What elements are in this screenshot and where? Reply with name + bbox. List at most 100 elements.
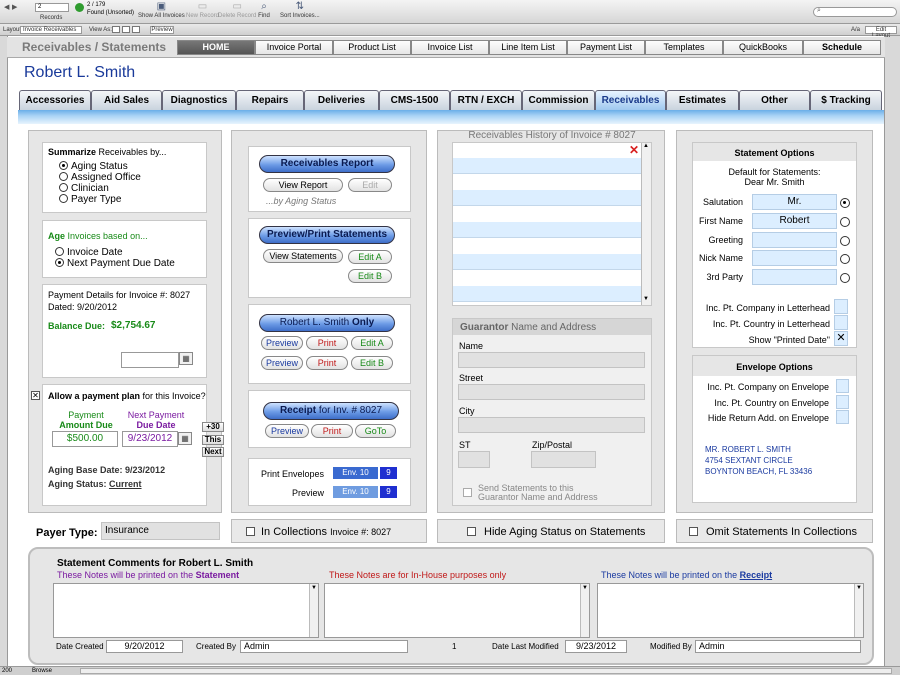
tab-deliveries[interactable]: Deliveries (304, 90, 379, 110)
first-name-field[interactable]: Robert (752, 213, 837, 229)
greeting-field[interactable] (752, 232, 837, 248)
receipt-notes-scrollbar[interactable]: ▼ (854, 584, 863, 637)
guarantor-city-field[interactable] (458, 417, 645, 433)
send-statements-checkbox[interactable] (463, 488, 472, 497)
scroll-down-icon[interactable]: ▼ (582, 585, 588, 591)
date-created-field[interactable]: 9/20/2012 (106, 640, 183, 653)
guarantor-zip-field[interactable] (531, 451, 596, 468)
print-env10-button[interactable]: Env. 10 (333, 467, 378, 479)
inc-country-envelope-checkbox[interactable] (836, 395, 849, 409)
tab-cms-1500[interactable]: CMS-1500 (379, 90, 450, 110)
radio-aging-status[interactable]: Aging Status (59, 161, 128, 172)
tab-accessories[interactable]: Accessories (19, 90, 91, 110)
forward-icon[interactable]: ▶ (12, 3, 17, 11)
guarantor-st-field[interactable] (458, 451, 490, 468)
receipt-goto-button[interactable]: GoTo (355, 424, 396, 438)
history-row[interactable] (453, 190, 643, 206)
delete-row-icon[interactable]: ✕ (629, 143, 639, 157)
new-record-button[interactable]: ▭ New Record (186, 2, 219, 20)
nav-quickbooks[interactable]: QuickBooks (723, 40, 803, 55)
delete-record-button[interactable]: ▭ Delete Record (218, 2, 256, 20)
back-icon[interactable]: ◀ (4, 3, 9, 11)
radio-payer-type[interactable]: Payer Type (59, 194, 121, 205)
receivables-report-button[interactable]: Receivables Report (259, 155, 395, 173)
tab-rtn-exch[interactable]: RTN / EXCH (450, 90, 522, 110)
mode-selector[interactable]: Browse (32, 668, 52, 674)
payer-type-field[interactable]: Insurance (101, 522, 220, 540)
view-report-button[interactable]: View Report (263, 178, 343, 192)
nav-home[interactable]: HOME (177, 40, 255, 55)
table-view-icon[interactable] (132, 26, 140, 33)
text-size-button[interactable]: A/a (851, 27, 860, 33)
preview-env-count[interactable]: 9 (380, 486, 397, 498)
modified-by-field[interactable]: Admin (695, 640, 861, 653)
guarantor-street-field[interactable] (458, 384, 645, 400)
statements-edit-a-button[interactable]: Edit A (348, 250, 392, 264)
only-print-a-button[interactable]: Print (306, 336, 348, 350)
created-by-field[interactable]: Admin (240, 640, 408, 653)
due-date-calendar-icon[interactable]: ▦ (178, 432, 192, 445)
horizontal-scrollbar[interactable] (80, 668, 892, 674)
receipt-print-button[interactable]: Print (311, 424, 353, 438)
nav-line-item-list[interactable]: Line Item List (489, 40, 567, 55)
hide-return-checkbox[interactable] (836, 410, 849, 424)
scroll-down-icon[interactable]: ▼ (643, 296, 649, 302)
radio-clinician[interactable]: Clinician (59, 183, 109, 194)
this-button[interactable]: This (202, 435, 224, 445)
record-number-field[interactable]: 2 (35, 3, 69, 12)
inhouse-notes-textarea[interactable]: ▼ (324, 583, 590, 638)
edit-layout-button[interactable]: Edit Layout (865, 26, 897, 39)
history-row[interactable] (453, 286, 643, 302)
only-edit-a-button[interactable]: Edit A (351, 336, 393, 350)
form-view-icon[interactable] (112, 26, 120, 33)
tab-commission[interactable]: Commission (522, 90, 595, 110)
date-modified-field[interactable]: 9/23/2012 (565, 640, 627, 653)
nav-templates[interactable]: Templates (645, 40, 723, 55)
calendar-icon[interactable]: ▦ (179, 352, 193, 365)
tab-estimates[interactable]: Estimates (666, 90, 739, 110)
omit-statements-checkbox[interactable] (689, 527, 698, 536)
in-collections-checkbox[interactable] (246, 527, 255, 536)
receipt-button[interactable]: Receipt for Inv. # 8027 (263, 402, 399, 420)
only-preview-a-button[interactable]: Preview (261, 336, 303, 350)
statements-edit-b-button[interactable]: Edit B (348, 269, 392, 283)
scroll-up-icon[interactable]: ▲ (643, 143, 649, 149)
inc-country-letterhead-checkbox[interactable] (834, 315, 848, 330)
next-button[interactable]: Next (202, 447, 224, 457)
quick-find-field[interactable]: ⌕ (813, 7, 897, 17)
only-print-b-button[interactable]: Print (306, 356, 348, 370)
list-view-icon[interactable] (122, 26, 130, 33)
view-statements-button[interactable]: View Statements (263, 249, 343, 263)
inhouse-notes-scrollbar[interactable]: ▼ (580, 584, 589, 637)
tab-diagnostics[interactable]: Diagnostics (162, 90, 236, 110)
third-party-radio[interactable] (840, 273, 850, 283)
zoom-level[interactable]: 200 (2, 668, 12, 674)
nick-name-field[interactable] (752, 250, 837, 266)
preview-env10-button[interactable]: Env. 10 (333, 486, 378, 498)
nav-invoice-list[interactable]: Invoice List (411, 40, 489, 55)
scroll-down-icon[interactable]: ▼ (856, 585, 862, 591)
history-list[interactable]: ✕ ▲ ▼ (452, 142, 652, 306)
tab-aid-sales[interactable]: Aid Sales (91, 90, 162, 110)
third-party-field[interactable] (752, 269, 837, 285)
history-row[interactable] (453, 222, 643, 238)
hide-aging-checkbox[interactable] (467, 527, 476, 536)
nick-name-radio[interactable] (840, 254, 850, 264)
show-all-button[interactable]: ▣ Show All Invoices (138, 2, 185, 20)
show-printed-date-checkbox[interactable]: ✕ (834, 331, 848, 346)
date-field[interactable] (121, 352, 179, 368)
greeting-radio[interactable] (840, 236, 850, 246)
statement-notes-textarea[interactable]: ▼ (53, 583, 319, 638)
salutation-radio[interactable] (840, 198, 850, 208)
nav-product-list[interactable]: Product List (333, 40, 411, 55)
preview-print-statements-button[interactable]: Preview/Print Statements (259, 226, 395, 244)
statement-notes-scrollbar[interactable]: ▼ (309, 584, 318, 637)
radio-next-payment-due[interactable]: Next Payment Due Date (55, 258, 175, 269)
history-scrollbar[interactable]: ▲ ▼ (641, 143, 651, 305)
scroll-down-icon[interactable]: ▼ (311, 585, 317, 591)
payment-plan-checkbox[interactable]: ✕ (31, 391, 40, 400)
first-name-radio[interactable] (840, 217, 850, 227)
plus30-button[interactable]: +30 (202, 422, 224, 432)
receipt-notes-textarea[interactable]: ▼ (597, 583, 864, 638)
layout-select[interactable]: Invoice Receivables (20, 26, 82, 34)
